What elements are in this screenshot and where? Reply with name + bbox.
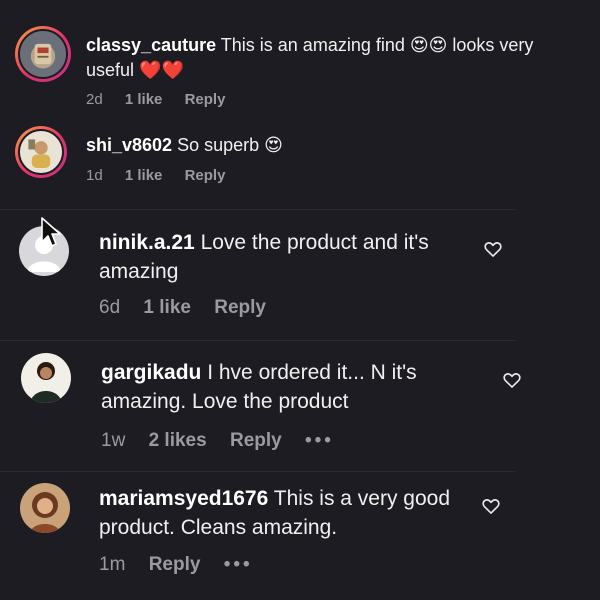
reply-button[interactable]: Reply bbox=[230, 430, 282, 451]
heart-outline-icon[interactable] bbox=[483, 239, 503, 259]
comment-body: classy_cauture This is an amazing find 😍… bbox=[86, 33, 566, 83]
comment-time: 1w bbox=[101, 430, 126, 451]
comment-time: 2d bbox=[86, 91, 103, 108]
comment-text: So superb 😍 bbox=[177, 135, 283, 155]
comment-likes[interactable]: 1 like bbox=[125, 91, 163, 108]
comment-meta: 2d 1 like Reply bbox=[86, 91, 243, 108]
divider bbox=[0, 471, 515, 472]
avatar-image bbox=[28, 139, 51, 168]
comment-meta: 1w 2 likes Reply ••• bbox=[101, 430, 352, 452]
reply-button[interactable]: Reply bbox=[185, 167, 226, 184]
reply-button[interactable]: Reply bbox=[185, 91, 226, 108]
comment-time: 1d bbox=[86, 167, 103, 184]
comment-likes[interactable]: 1 like bbox=[143, 297, 191, 318]
avatar-image bbox=[30, 362, 62, 403]
comment-body: gargikadu I hve ordered it... N it's ama… bbox=[101, 358, 491, 417]
comment-likes[interactable]: 2 likes bbox=[149, 430, 207, 451]
comment-body: mariamsyed1676 This is a very good produ… bbox=[99, 484, 459, 543]
more-options-icon[interactable]: ••• bbox=[224, 554, 253, 575]
comment-username[interactable]: mariamsyed1676 bbox=[99, 487, 268, 510]
reply-button[interactable]: Reply bbox=[214, 297, 266, 318]
heart-outline-icon[interactable] bbox=[502, 370, 522, 390]
avatar[interactable] bbox=[15, 126, 67, 178]
avatar-image bbox=[30, 492, 60, 533]
reply-button[interactable]: Reply bbox=[149, 554, 201, 575]
avatar[interactable] bbox=[20, 483, 70, 533]
heart-outline-icon[interactable] bbox=[481, 496, 501, 516]
comment-body: shi_v8602 So superb 😍 bbox=[86, 133, 566, 158]
comment-meta: 6d 1 like Reply bbox=[99, 297, 284, 319]
comment-body: ninik.a.21 Love the product and it's ama… bbox=[99, 228, 449, 287]
avatar[interactable] bbox=[21, 353, 71, 403]
avatar[interactable] bbox=[15, 26, 71, 82]
comment-meta: 1m Reply ••• bbox=[99, 554, 271, 576]
avatar-image bbox=[34, 43, 52, 65]
divider bbox=[0, 340, 515, 341]
comments-panel: classy_cauture This is an amazing find 😍… bbox=[0, 0, 600, 600]
comment-time: 6d bbox=[99, 297, 121, 318]
mouse-pointer-icon bbox=[41, 217, 61, 247]
comment-username[interactable]: classy_cauture bbox=[86, 35, 216, 55]
more-options-icon[interactable]: ••• bbox=[305, 430, 334, 451]
comment-username[interactable]: ninik.a.21 bbox=[99, 231, 195, 254]
comment-time: 1m bbox=[99, 554, 126, 575]
divider bbox=[0, 209, 515, 210]
comment-username[interactable]: shi_v8602 bbox=[86, 135, 172, 155]
comment-meta: 1d 1 like Reply bbox=[86, 167, 243, 184]
comment-likes[interactable]: 1 like bbox=[125, 167, 163, 184]
comment-username[interactable]: gargikadu bbox=[101, 361, 201, 384]
